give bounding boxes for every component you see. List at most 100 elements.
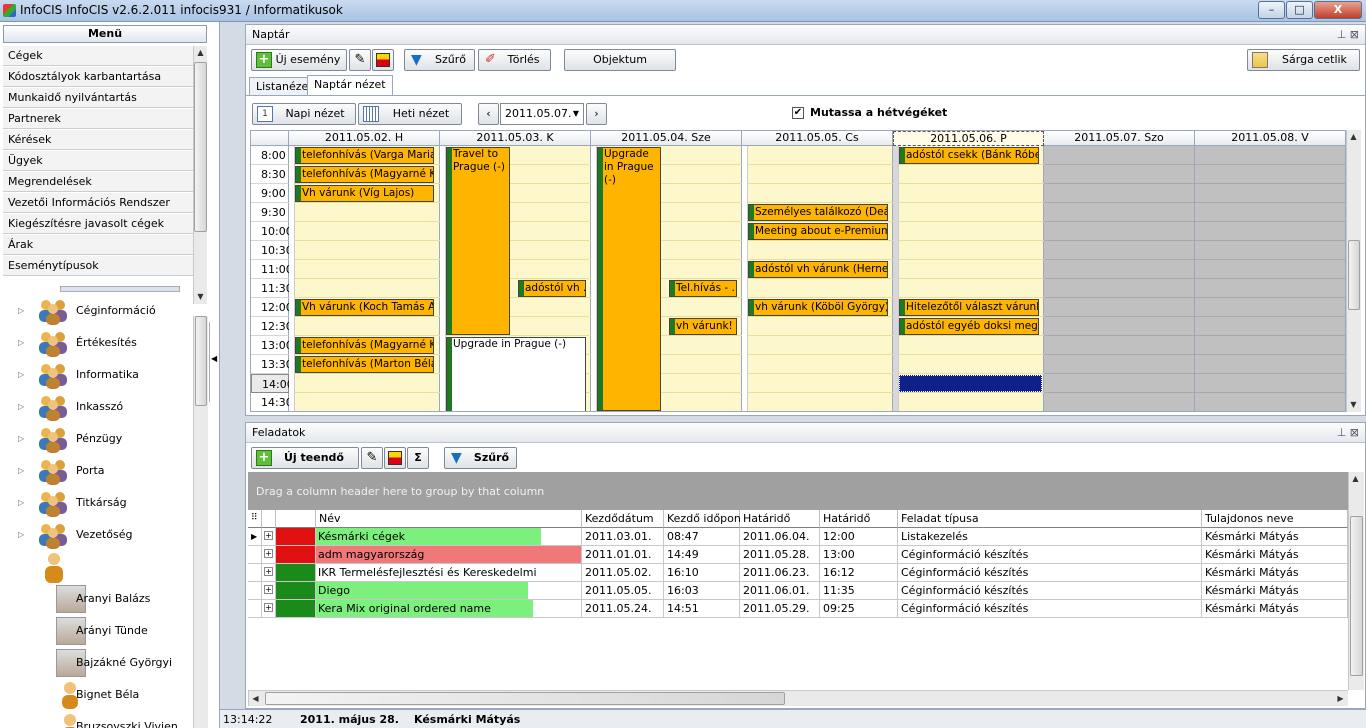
expand-icon[interactable]: + [262, 600, 276, 618]
time-slot[interactable] [893, 279, 1044, 298]
name-cell[interactable]: adm magyarország [316, 546, 582, 564]
time-slot[interactable] [289, 241, 440, 260]
menu-item[interactable]: Kódosztályok karbantartása [3, 67, 193, 87]
day-column[interactable] [1044, 146, 1195, 411]
time-slot[interactable] [289, 260, 440, 279]
table-row[interactable]: + Diego 2011.05.05. 16:03 2011.06.01. 11:35 Cé… [248, 582, 1348, 600]
time-slot[interactable] [1044, 203, 1195, 222]
time-slot[interactable] [289, 317, 440, 336]
day-header[interactable]: 2011.05.08. V [1195, 131, 1345, 146]
time-slot[interactable] [1044, 241, 1195, 260]
time-slot[interactable] [1195, 222, 1345, 241]
time-slot[interactable] [893, 336, 1044, 355]
edit-button[interactable]: ✎ [349, 49, 371, 71]
calendar-event[interactable]: adóstól vh ... [518, 280, 586, 297]
weekend-checkbox[interactable]: ✔ [792, 107, 804, 119]
day-column[interactable] [1195, 146, 1345, 411]
table-row[interactable]: ▶ + Késmárki cégek 2011.03.01. 08:47 2011.06.… [248, 528, 1348, 546]
time-slot[interactable] [893, 165, 1044, 184]
column-header[interactable] [276, 510, 316, 528]
scroll-up-icon[interactable]: ▲ [194, 46, 207, 59]
time-slot[interactable] [1044, 336, 1195, 355]
time-slot[interactable] [1195, 260, 1345, 279]
calendar-event[interactable]: Travel to Prague (-) [446, 147, 510, 335]
calendar-scroll-thumb[interactable] [1348, 240, 1360, 310]
time-slot[interactable] [1044, 184, 1195, 203]
column-header[interactable]: Határidő [820, 510, 898, 528]
next-date-button[interactable]: › [586, 103, 607, 125]
day-column[interactable] [742, 146, 893, 411]
time-slot[interactable] [742, 355, 893, 374]
expand-arrow-icon[interactable]: ▷ [18, 434, 24, 443]
close-button[interactable]: X [1314, 1, 1362, 19]
object-button[interactable]: Objektum [564, 49, 676, 71]
column-header[interactable]: Kezdődátum [582, 510, 664, 528]
grid-hscrollbar[interactable]: ◀ ▶ [248, 690, 1348, 706]
calendar-event[interactable]: telefonhívás (Varga Mariann) [295, 147, 434, 164]
tree-scroll-thumb[interactable] [195, 316, 207, 406]
name-cell[interactable]: Kera Mix original ordered name [316, 600, 582, 618]
filter-button[interactable]: ▼ Szűrő [404, 49, 475, 71]
minimize-button[interactable]: – [1258, 1, 1285, 19]
time-slot[interactable] [289, 222, 440, 241]
tree-group-8[interactable]: ▷ Vezetőség [18, 519, 208, 551]
tree-scrollbar[interactable] [193, 316, 208, 728]
day-column[interactable] [893, 146, 1044, 411]
calendar-event[interactable]: Vh várunk (Víg Lajos) [295, 185, 434, 202]
menu-item[interactable]: Vezetői Információs Rendszer [3, 193, 193, 213]
menu-item[interactable]: Kiegészítésre javasolt cégek [3, 214, 193, 234]
calendar-event[interactable]: Személyes találkozó (Deák ... [748, 204, 888, 221]
time-slot[interactable] [1195, 298, 1345, 317]
collapse-arrow-icon[interactable]: ◀ [209, 322, 219, 402]
time-slot[interactable] [893, 393, 1044, 411]
tree-group-3[interactable]: ▷ Informatika [18, 359, 208, 391]
time-slot[interactable] [1195, 336, 1345, 355]
time-slot[interactable] [893, 184, 1044, 203]
menu-item[interactable]: Partnerek [3, 109, 193, 129]
menu-header[interactable]: Menü [3, 25, 207, 43]
tree-person-1[interactable]: Aranyi Balázs [18, 583, 208, 615]
calendar-event[interactable]: adóstól vh várunk (Hernesz... [748, 261, 888, 278]
weekly-view-button[interactable]: Heti nézet [358, 103, 462, 125]
table-row[interactable]: + adm magyarország 2011.01.01. 14:49 2011.05… [248, 546, 1348, 564]
time-slot[interactable] [1044, 355, 1195, 374]
tree-group-2[interactable]: ▷ Értékesítés [18, 327, 208, 359]
tree-person-5[interactable]: Bruzsovszki Vivien [18, 711, 208, 728]
task-grid[interactable]: ⠿ Név Kezdődátum Kezdő időpont Határidő Határ… [248, 510, 1348, 690]
table-row[interactable]: + IKR Termelésfejlesztési és Kereskedelmi… [248, 564, 1348, 582]
menu-item[interactable]: Kérések [3, 130, 193, 150]
splitter-handle[interactable] [60, 286, 180, 292]
expand-arrow-icon[interactable]: ▷ [18, 466, 24, 475]
grid-scroll-thumb[interactable] [1350, 516, 1363, 676]
date-picker[interactable]: 2011.05.07. ▼ [500, 103, 584, 125]
calendar-event[interactable]: Tel.hívás - ... [669, 280, 737, 297]
time-slot[interactable] [1044, 298, 1195, 317]
calendar-event[interactable]: telefonhívás (Magyarné Kó... [295, 337, 434, 354]
time-slot[interactable] [742, 241, 893, 260]
time-slot[interactable] [893, 260, 1044, 279]
time-slot[interactable] [1044, 279, 1195, 298]
time-slot[interactable] [1195, 393, 1345, 411]
prev-date-button[interactable]: ‹ [478, 103, 499, 125]
name-cell[interactable]: IKR Termelésfejlesztési és Kereskedelmi [316, 564, 582, 582]
calendar-event[interactable]: telefonhívás (Marton Béláné) [295, 356, 434, 373]
grid-scrollbar[interactable]: ▲ [1348, 472, 1364, 690]
calendar-event[interactable]: Vh várunk (Koch Tamás A... [295, 299, 434, 316]
expand-arrow-icon[interactable]: ▷ [18, 498, 24, 507]
calendar-event[interactable]: adóstól egyéb doksi megkü... [899, 318, 1039, 335]
menu-item[interactable]: Cégek [3, 46, 193, 66]
time-slot[interactable] [289, 393, 440, 411]
expand-arrow-icon[interactable]: ▷ [18, 370, 24, 379]
name-cell[interactable]: Késmárki cégek [316, 528, 582, 546]
sum-button[interactable]: Σ [407, 447, 429, 469]
maximize-button[interactable]: □ [1286, 1, 1313, 19]
column-header[interactable]: Feladat típusa [898, 510, 1202, 528]
calendar-event[interactable]: Upgrade in Prague (-) [446, 337, 586, 411]
tree-group-6[interactable]: ▷ Porta [18, 455, 208, 487]
time-slot[interactable] [1195, 374, 1345, 393]
calendar-event[interactable]: vh várunk (Köböl György) [748, 299, 888, 316]
time-slot[interactable] [289, 374, 440, 393]
time-slot[interactable] [1044, 222, 1195, 241]
edit-task-button[interactable]: ✎ [361, 447, 383, 469]
day-header[interactable]: 2011.05.06. P [893, 131, 1044, 146]
